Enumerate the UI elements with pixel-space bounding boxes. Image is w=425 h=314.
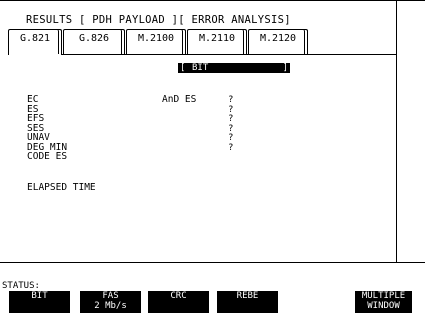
page-title: RESULTS [ PDH PAYLOAD ][ ERROR ANALYSIS] (26, 14, 291, 26)
status-label: STATUS: (2, 281, 40, 291)
softkey-sublabel: WINDOW (367, 300, 400, 311)
softkey-label: REBE (236, 291, 259, 301)
bracket-right: ] (282, 63, 288, 73)
elapsed-time-label: ELAPSED TIME (27, 182, 96, 193)
softkey-label: CRC (170, 291, 187, 301)
result-labels: EC ES EFS SES UNAV DEG MIN CODE ES (27, 95, 67, 162)
tab-m2120[interactable]: M.2120 (248, 29, 308, 54)
error-source-selector[interactable]: [ BIT ] (178, 63, 290, 73)
softkey-label: BIT (31, 291, 48, 301)
and-es-label: AnD ES (162, 94, 197, 105)
tab-m2110[interactable]: M.2110 (187, 29, 247, 54)
softkey-bit[interactable]: BIT (9, 291, 70, 313)
softkey-multiple-window[interactable]: MULTIPLE WINDOW (355, 291, 412, 313)
status-divider (0, 262, 425, 263)
active-tab-gap (9, 54, 61, 55)
tab-g826[interactable]: G.826 (63, 29, 125, 54)
selector-value: BIT (192, 63, 209, 73)
bracket-left: [ (180, 63, 186, 73)
softkey-sublabel: 2 Mb/s (94, 300, 127, 311)
softkey-fas-2mbs[interactable]: FAS 2 Mb/s (80, 291, 141, 313)
top-border (0, 0, 425, 1)
tab-m2100[interactable]: M.2100 (126, 29, 186, 54)
right-divider (396, 0, 397, 262)
result-label-code-es: CODE ES (27, 151, 68, 162)
tab-label: G.826 (78, 33, 110, 44)
tab-label: M.2110 (198, 33, 236, 44)
tab-baseline (8, 54, 396, 55)
tab-g821[interactable]: G.821 (8, 29, 62, 55)
instrument-screen: RESULTS [ PDH PAYLOAD ][ ERROR ANALYSIS]… (0, 0, 425, 314)
tab-label: M.2120 (259, 33, 297, 44)
tab-label: G.821 (19, 33, 51, 44)
result-value-deg-min: ? (228, 142, 234, 153)
result-values: ? ? ? ? ? ? (228, 95, 234, 153)
softkey-bar: BIT FAS 2 Mb/s CRC REBE MULTIPLE WINDOW (0, 291, 425, 314)
tab-label: M.2100 (137, 33, 175, 44)
softkey-crc[interactable]: CRC (148, 291, 209, 313)
softkey-rebe[interactable]: REBE (217, 291, 278, 313)
